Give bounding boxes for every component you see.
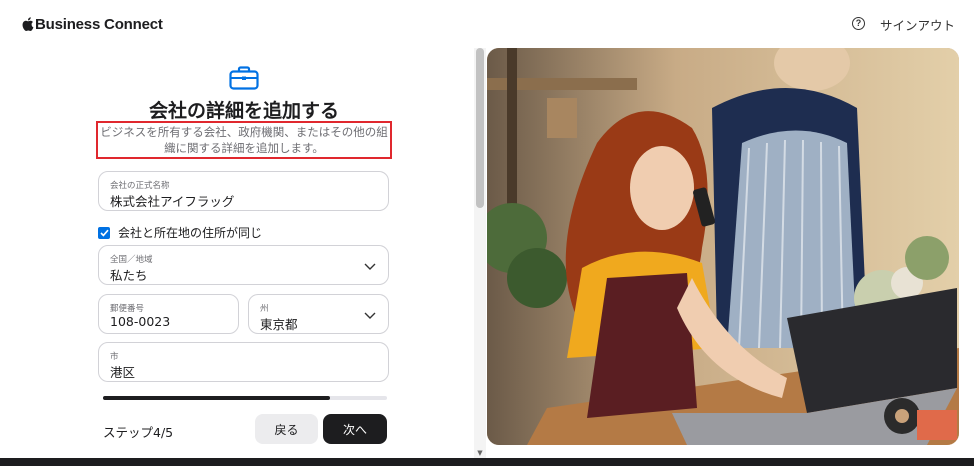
briefcase-icon: [229, 66, 259, 90]
signout-link[interactable]: サインアウト: [880, 15, 955, 34]
top-bar: Business Connect ? サインアウト: [0, 0, 974, 48]
country-value: 私たち: [110, 268, 148, 283]
state-select[interactable]: 州 東京都: [248, 294, 389, 334]
scroll-down-arrow-icon[interactable]: ▼: [476, 448, 484, 458]
city-value: 港区: [110, 365, 136, 380]
state-label: 州: [260, 304, 269, 314]
scrollbar-thumb[interactable]: [476, 48, 484, 208]
same-address-label: 会社と所在地の住所が同じ: [118, 226, 263, 240]
city-field[interactable]: 市 港区: [98, 342, 389, 382]
scrollbar[interactable]: ▼: [474, 48, 486, 458]
city-label: 市: [110, 352, 119, 362]
apple-icon: [22, 16, 34, 31]
progress-bar: [103, 396, 387, 400]
company-name-field[interactable]: 会社の正式名称 株式会社アイフラッグ: [98, 171, 389, 211]
hero-photo: [487, 48, 959, 445]
country-label: 全国／地域: [110, 255, 153, 265]
taskbar-strip: [0, 458, 974, 466]
country-select[interactable]: 全国／地域 私たち: [98, 245, 389, 285]
same-address-row[interactable]: 会社と所在地の住所が同じ: [98, 224, 262, 241]
florist-photo-illustration: [487, 48, 959, 445]
brand-logo[interactable]: Business Connect: [22, 16, 163, 33]
subtitle-line: 織に関する詳細を追加します。: [164, 141, 324, 155]
brand-name: Business Connect: [35, 16, 163, 33]
postal-code-label: 郵便番号: [110, 304, 145, 314]
same-address-checkbox[interactable]: [98, 226, 110, 239]
page-subtitle: ビジネスを所有する会社、政府機関、またはその他の組 織に関する詳細を追加します。: [96, 121, 392, 159]
next-button[interactable]: 次へ: [323, 414, 387, 444]
step-indicator: ステップ4/5: [103, 425, 174, 440]
state-value: 東京都: [260, 317, 298, 332]
company-name-label: 会社の正式名称: [110, 181, 170, 191]
chevron-down-icon: [364, 263, 376, 270]
checkmark-icon: [99, 229, 109, 237]
postal-code-value: 108-0023: [110, 314, 171, 329]
chevron-down-icon: [364, 312, 376, 319]
back-button[interactable]: 戻る: [255, 414, 318, 444]
company-name-value: 株式会社アイフラッグ: [110, 194, 235, 209]
progress-bar-fill: [103, 396, 331, 400]
postal-code-field[interactable]: 郵便番号 108-0023: [98, 294, 239, 334]
page-title: 会社の詳細を追加する: [148, 100, 339, 122]
subtitle-line: ビジネスを所有する会社、政府機関、またはその他の組: [100, 125, 388, 139]
help-icon[interactable]: ?: [852, 17, 865, 30]
